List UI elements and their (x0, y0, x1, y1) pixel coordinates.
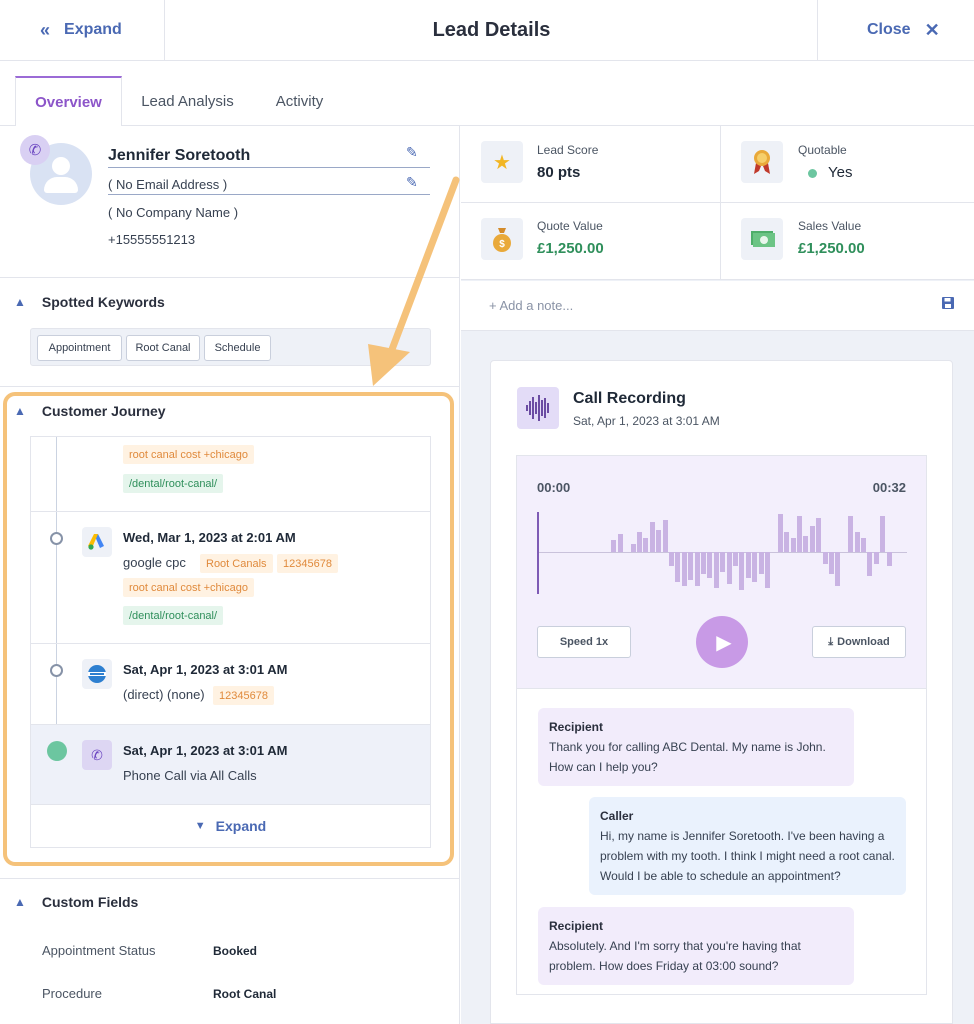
waveform-bar (803, 536, 809, 552)
waveform-bar (797, 516, 802, 552)
waveform-bar (611, 540, 617, 552)
message-text: Thank you for calling ABC Dental. My nam… (549, 740, 826, 774)
waveform-bar (681, 552, 687, 586)
play-button[interactable]: ▶ (696, 616, 748, 668)
waveform-bar (790, 538, 796, 552)
waveform-bar (784, 532, 790, 552)
playhead[interactable] (537, 512, 539, 594)
money-bag-icon: $ (481, 218, 523, 260)
speaker-name: Recipient (549, 720, 604, 734)
save-icon[interactable] (942, 297, 954, 312)
speaker-name: Caller (600, 809, 634, 823)
waveform-bar (867, 552, 873, 576)
waveform-bar (733, 552, 738, 566)
time-total: 00:32 (872, 480, 906, 495)
quote-value-label: Quote Value (537, 219, 603, 233)
lead-score-value: 80 pts (537, 164, 581, 181)
right-panel: ★ Lead Score 80 pts Quotable Yes $ Quote… (461, 126, 974, 1024)
waveform-bar (752, 552, 758, 582)
play-icon: ▶ (716, 631, 732, 654)
audio-player: 00:00 00:32 Speed 1x ▶ ⤓ Download (516, 455, 927, 689)
waveform-bar (707, 552, 713, 578)
award-ribbon-icon (741, 141, 783, 183)
waveform-bar (637, 532, 642, 552)
waveform-bar (745, 552, 751, 578)
waveform-bar (694, 552, 700, 586)
waveform-bar (854, 532, 860, 552)
waveform-bar (649, 522, 655, 552)
recording-title: Call Recording (573, 390, 686, 407)
transcript: Recipient Thank you for calling ABC Dent… (516, 689, 927, 995)
waveform-bar (765, 552, 770, 588)
waveform-bar (822, 552, 828, 564)
waveform-icon (517, 387, 559, 429)
waveform-bar (829, 552, 834, 574)
quotable-value: Yes (808, 164, 852, 181)
waveform-bar (861, 538, 866, 552)
waveform-bar (643, 538, 649, 552)
download-icon: ⤓ (828, 635, 834, 648)
speaker-name: Recipient (549, 919, 604, 933)
call-recording-card: Call Recording Sat, Apr 1, 2023 at 3:01 … (490, 360, 953, 1024)
quotable-label: Quotable (798, 143, 847, 157)
waveform-bar (777, 514, 783, 552)
transcript-message: Recipient Thank you for calling ABC Dent… (538, 708, 854, 786)
sales-value-label: Sales Value (798, 219, 862, 233)
speed-button[interactable]: Speed 1x (537, 626, 631, 658)
stats-grid: ★ Lead Score 80 pts Quotable Yes $ Quote… (461, 126, 974, 280)
waveform-bar (726, 552, 732, 584)
add-note-input[interactable]: + Add a note... (461, 281, 974, 331)
quotable-text: Yes (828, 164, 853, 181)
waveform-bar (713, 552, 719, 588)
message-text: Absolutely. And I'm sorry that you're ha… (549, 939, 801, 973)
quote-value-amount: £1,250.00 (537, 240, 604, 257)
waveform-bar (835, 552, 841, 586)
cash-icon (741, 218, 783, 260)
waveform-bar (886, 552, 892, 566)
waveform-bar (669, 552, 674, 566)
note-placeholder: + Add a note... (489, 298, 574, 313)
star-icon: ★ (481, 141, 523, 183)
svg-text:$: $ (499, 239, 505, 250)
waveform-bar (617, 534, 623, 552)
download-label: Download (837, 636, 890, 648)
waveform-bar (630, 544, 636, 552)
transcript-message: Recipient Absolutely. And I'm sorry that… (538, 907, 854, 985)
waveform-bar (816, 518, 822, 552)
waveform-bar (873, 552, 879, 564)
waveform-bar (662, 520, 668, 552)
waveform-bar (656, 530, 662, 552)
time-elapsed: 00:00 (537, 480, 571, 495)
status-dot (808, 168, 817, 178)
waveform-bar (675, 552, 681, 582)
waveform-bar (848, 516, 854, 552)
waveform-bar (739, 552, 745, 590)
download-button[interactable]: ⤓ Download (812, 626, 906, 658)
recording-date: Sat, Apr 1, 2023 at 3:01 AM (573, 414, 720, 428)
transcript-message: Caller Hi, my name is Jennifer Soretooth… (589, 797, 906, 895)
waveform-bar (720, 552, 726, 572)
waveform-bar (758, 552, 764, 574)
sales-value-amount: £1,250.00 (798, 240, 865, 257)
message-text: Hi, my name is Jennifer Soretooth. I've … (600, 829, 895, 883)
lead-score-label: Lead Score (537, 143, 599, 157)
waveform-bar (809, 526, 815, 552)
waveform-bar (880, 516, 886, 552)
waveform-bar (701, 552, 706, 574)
waveform-bar (688, 552, 694, 580)
